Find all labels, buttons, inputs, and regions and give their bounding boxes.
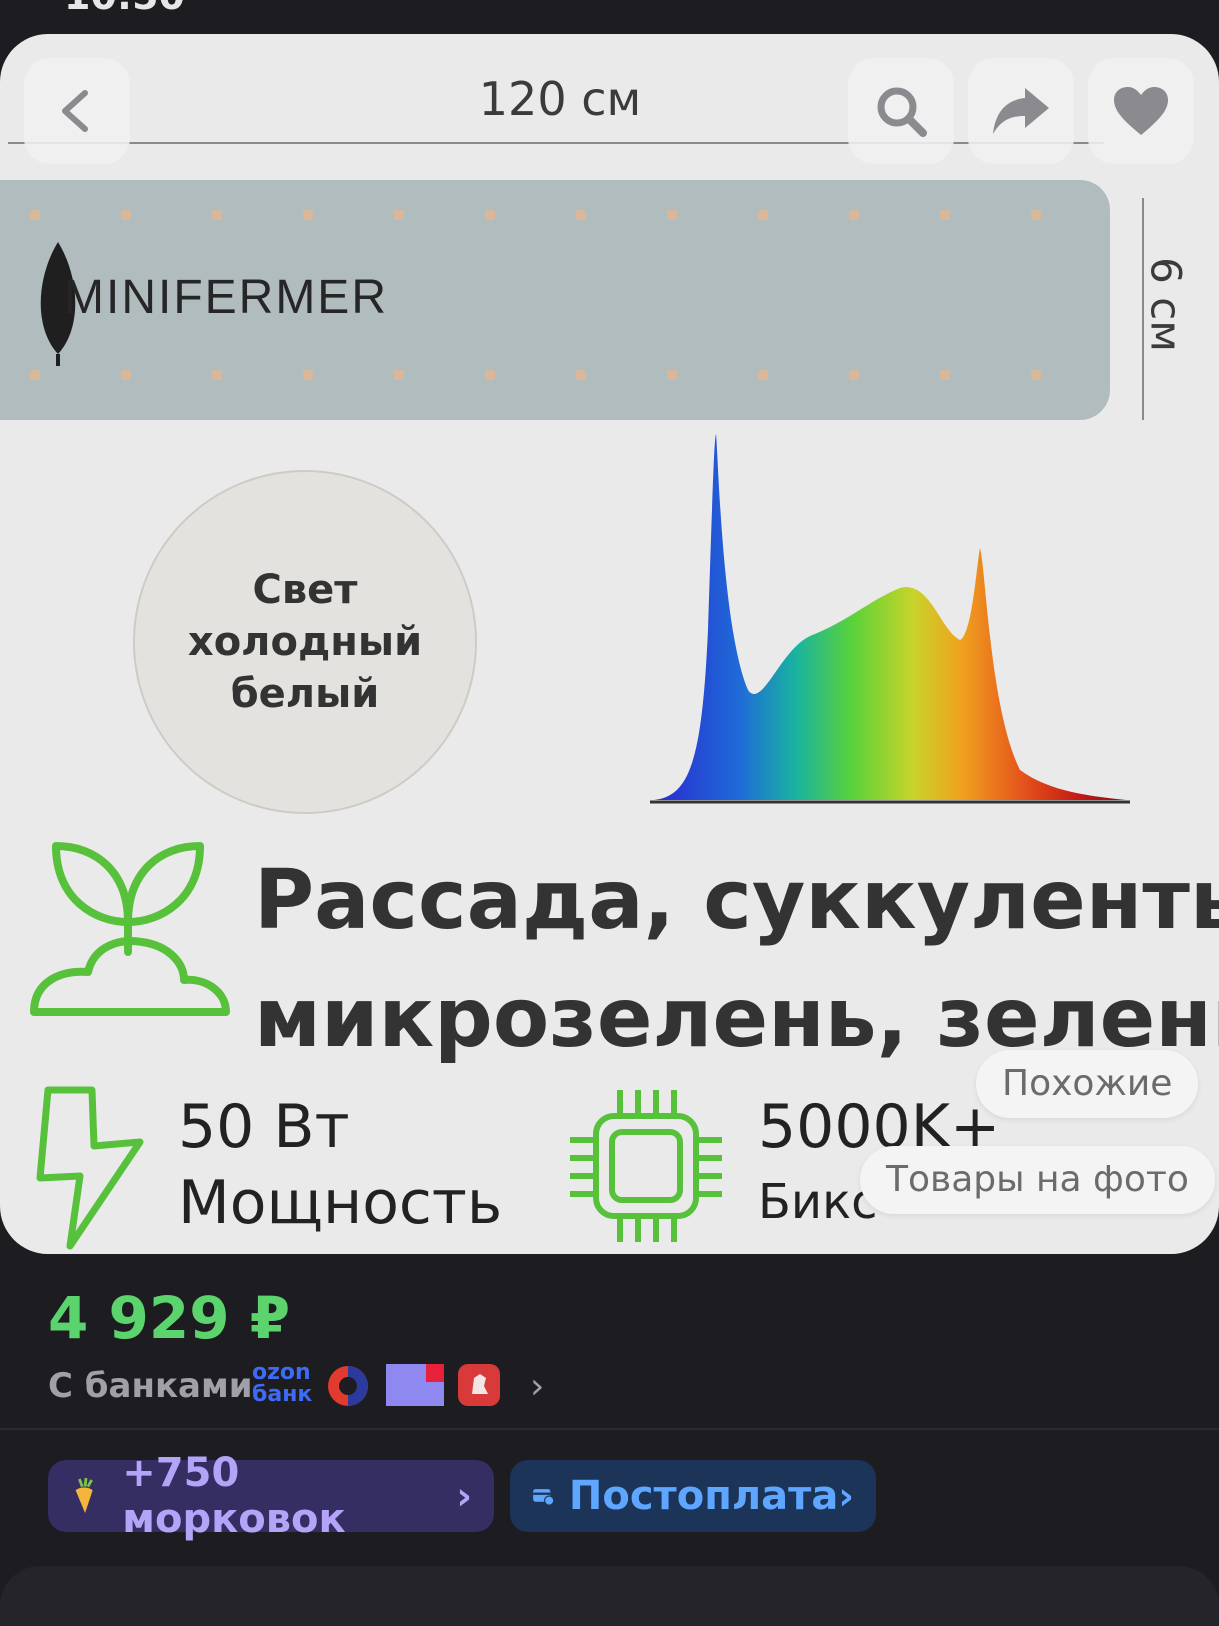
led-dot [667,210,677,220]
led-dot [758,210,768,220]
ozon-logo-line1: ozon [252,1360,311,1385]
led-dot [940,210,950,220]
lion-icon [472,1374,488,1394]
led-dot [1031,370,1041,380]
led-dot [394,370,404,380]
led-dot [576,210,586,220]
price: 4 929 ₽ [48,1284,291,1352]
led-dot [30,370,40,380]
led-dot [940,370,950,380]
back-button[interactable] [24,58,130,164]
bank-logo-red-blue [328,1366,368,1406]
led-dot [849,370,859,380]
power-value: 50 Вт [178,1092,350,1162]
led-dot [30,210,40,220]
bank-logo-red [458,1364,500,1406]
light-label-line2: холодный [187,619,423,665]
ozon-bank-logo: ozon банк [252,1362,312,1406]
similar-button[interactable]: Похожие [976,1050,1199,1118]
bank-logo-purple [386,1364,444,1406]
heart-icon [1114,87,1168,135]
width-dimension-label: 120 см [478,72,642,126]
spectrum-chart [650,434,1130,804]
card-clock-icon [533,1489,555,1506]
crops-text: Рассада, суккуленты, микрозелень, зелень [254,842,1219,1078]
chevron-left-icon [62,90,88,132]
postpay-label: Постоплата [568,1473,839,1519]
favorite-button[interactable] [1088,58,1194,164]
carrot-icon [75,1477,93,1513]
led-dot [667,370,677,380]
product-image[interactable]: 120 см 6 см MINIFERMER Свет холодный бел… [0,34,1219,1254]
next-section-card [0,1566,1219,1626]
led-dot [121,210,131,220]
carrots-label: +750 морковок [122,1450,346,1542]
chip-icon [570,1090,722,1242]
led-dot [212,370,222,380]
postpay-pill[interactable]: Постоплата › [510,1460,876,1532]
light-label-line1: Свет [252,567,358,613]
led-dot [1031,210,1041,220]
height-dimension-label: 6 см [1141,257,1191,352]
led-dot [485,370,495,380]
share-icon [993,88,1049,134]
power-label: Мощность [178,1168,503,1238]
share-button[interactable] [968,58,1074,164]
status-time: 10:50 [64,0,185,18]
banks-chevron-icon[interactable]: › [530,1366,544,1407]
search-icon [877,87,927,137]
crops-line-1: Рассада, суккуленты, [254,853,1219,948]
section-divider [0,1428,1219,1430]
photo-goods-button[interactable]: Товары на фото [860,1146,1215,1214]
led-dot [303,370,313,380]
light-type-badge: Свет холодный белый [133,470,477,814]
brand-name: MINIFERMER [64,271,388,324]
lightning-icon [36,1086,144,1250]
banks-label[interactable]: С банками [48,1366,253,1406]
led-dot [303,210,313,220]
led-dot [576,370,586,380]
led-dot [758,370,768,380]
led-dot [212,210,222,220]
led-dot [121,370,131,380]
carrots-chevron-icon: › [456,1474,472,1518]
ozon-logo-line2: банк [252,1382,313,1407]
postpay-chevron-icon: › [838,1474,854,1518]
light-label-line3: белый [230,671,380,717]
search-button[interactable] [848,58,954,164]
seedling-icon [30,842,230,1016]
led-dot [394,210,404,220]
carrots-bonus-pill[interactable]: +750 морковок › [48,1450,494,1542]
led-dot [485,210,495,220]
led-dot [849,210,859,220]
